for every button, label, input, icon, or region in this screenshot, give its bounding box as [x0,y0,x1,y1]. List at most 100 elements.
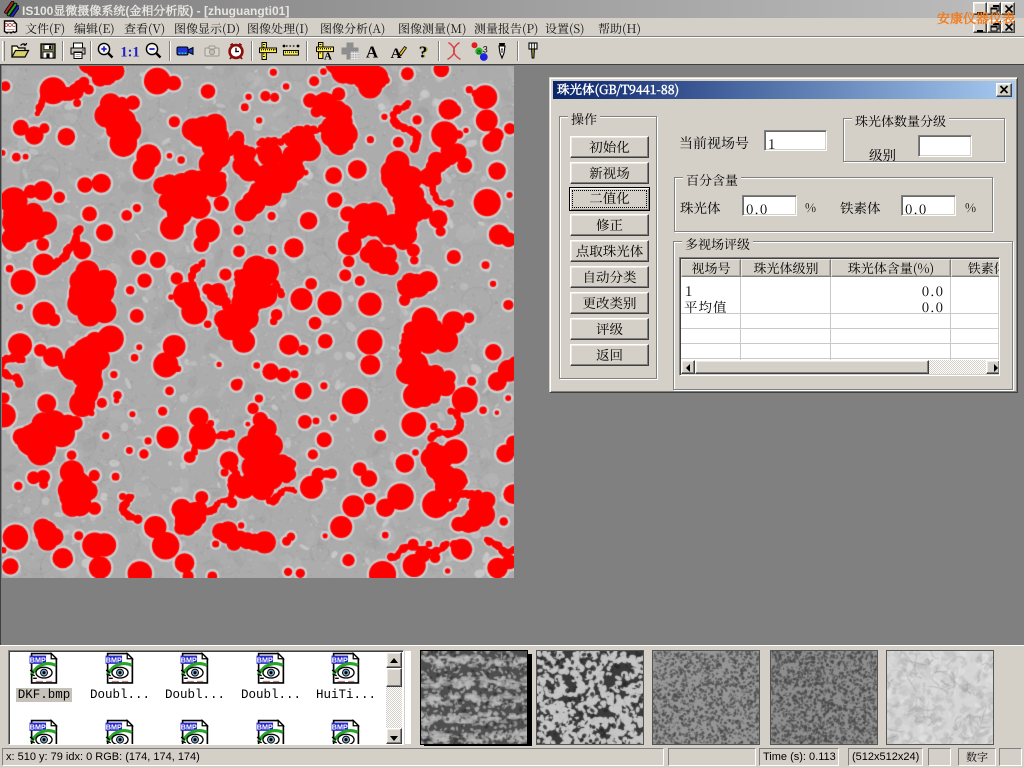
file-list-scrollbar[interactable] [386,652,402,744]
file-list[interactable]: DKF.bmp Doubl... Doubl... Doubl... HuiTi… [8,650,404,745]
thumbnail-2[interactable] [536,650,644,745]
file-name[interactable]: DKF.bmp [16,688,73,702]
text-button[interactable]: A [360,39,384,63]
camera-capture-button[interactable] [200,39,224,63]
file-name[interactable]: Doubl... [163,688,227,702]
file-item[interactable] [308,719,384,745]
toolbar-separator [169,41,171,61]
brush-tool-button[interactable] [521,39,545,63]
thumbnail-5[interactable] [886,650,994,745]
col-header-ferrite[interactable]: 铁素体含量(%) [951,259,1000,277]
file-item[interactable]: Doubl... [157,652,233,703]
menu-edit[interactable]: 编辑(E) [74,20,115,37]
menu-image-measure[interactable]: 图像测量(M) [398,20,466,37]
timer-button[interactable] [224,39,248,63]
new-field-button[interactable]: 新视场 [570,162,649,184]
col-header-level[interactable]: 珠光体级别 [741,259,831,277]
menu-view[interactable]: 查看(V) [124,20,165,37]
pen-tool-button[interactable] [490,39,514,63]
scroll-right-button[interactable] [986,360,1000,374]
current-field-input[interactable]: 1 [764,130,827,151]
bmp-file-icon [103,719,137,745]
pick-pearlite-button[interactable]: 点取珠光体 [570,240,649,262]
file-item[interactable] [157,719,233,745]
scroll-thumb[interactable] [695,360,929,374]
still-camera-icon [202,41,222,61]
thumbnail-3[interactable] [652,650,760,745]
thumbnail-1[interactable] [420,650,528,745]
zoom-out-button[interactable] [142,39,166,63]
file-name[interactable]: HuiTi... [314,688,378,702]
file-item[interactable] [8,719,82,745]
open-button[interactable] [8,39,32,63]
col-header-pearlite[interactable]: 珠光体含量(%) [831,259,951,277]
window-title: IS100显微摄像系统(金相分析版) - [zhuguangti01] [22,2,289,19]
caliper-cross-icon [258,41,278,61]
table-gridline [950,277,951,362]
measure-cross-button[interactable] [256,39,280,63]
dialog-title-bar[interactable]: 珠光体(GB/T9441-88) [553,81,1015,99]
bmp-file-icon [27,652,61,685]
curve-tool-button[interactable] [442,39,466,63]
close-icon [997,84,1011,96]
menu-help[interactable]: 帮助(H) [598,20,641,37]
auto-classify-button[interactable]: 自动分类 [570,266,649,288]
file-item[interactable]: HuiTi... [308,652,384,703]
table-gridline [681,328,999,329]
file-item[interactable] [82,719,158,745]
ruler-length-icon [281,41,301,61]
scroll-track[interactable] [929,360,986,374]
micrograph-image[interactable] [2,66,514,578]
menu-image-analysis[interactable]: 图像分析(A) [320,20,385,37]
col-header-field[interactable]: 视场号 [681,259,741,277]
init-button[interactable]: 初始化 [570,136,649,158]
zoom-in-button[interactable] [94,39,118,63]
grid-tool-button[interactable] [338,39,362,63]
save-button[interactable] [36,39,60,63]
level-input[interactable] [918,135,972,157]
change-class-button[interactable]: 更改类别 [570,292,649,314]
menu-settings[interactable]: 设置(S) [545,20,585,37]
ferrite-input[interactable]: 0.0 [901,195,956,216]
file-item[interactable] [233,719,309,745]
return-button[interactable]: 返回 [570,344,649,366]
status-pixel-info: x: 510 y: 79 idx: 0 RGB: (174, 174, 174) [2,748,664,766]
table-hscrollbar[interactable] [681,360,1000,374]
brush-icon [523,41,543,61]
menu-image-display[interactable]: 图像显示(D) [174,20,240,37]
binarize-button[interactable]: 二值化 [569,187,650,211]
scroll-up-button[interactable] [386,652,402,668]
phase-classify-button[interactable]: a 3 [467,39,491,63]
svg-text:A: A [324,51,332,62]
calibrate-button[interactable]: A [313,39,337,63]
scroll-track[interactable] [386,687,402,728]
video-capture-button[interactable] [173,39,197,63]
table-row-value[interactable]: 0.0 [831,296,944,316]
application-window: IS100显微摄像系统(金相分析版) - [zhuguangti01] DOC … [0,0,1024,768]
file-item[interactable]: Doubl... [82,652,158,703]
actual-size-button[interactable]: 1:1 [118,39,142,63]
rate-button[interactable]: 评级 [570,318,649,340]
help-button[interactable]: ? ? [411,39,435,63]
table-row-field[interactable]: 平均值 [684,296,728,316]
scroll-down-button[interactable] [386,728,402,744]
menu-image-processing[interactable]: 图像处理(I) [247,20,309,37]
thumbnail-4[interactable] [770,650,878,745]
file-name[interactable]: Doubl... [88,688,152,702]
text-edit-button[interactable]: A [386,39,410,63]
file-name[interactable]: Doubl... [239,688,303,702]
title-bar: IS100显微摄像系统(金相分析版) - [zhuguangti01] [0,0,1024,18]
file-item[interactable]: Doubl... [233,652,309,703]
scroll-thumb[interactable] [386,668,402,687]
file-item[interactable]: DKF.bmp [8,652,82,703]
scroll-left-button[interactable] [681,360,695,374]
document-icon[interactable]: DOC [3,20,18,35]
menu-measure-report[interactable]: 测量报告(P) [474,20,538,37]
menu-file[interactable]: 文件(F) [25,20,65,37]
save-floppy-icon [38,41,58,61]
correct-button[interactable]: 修正 [570,214,649,236]
print-button[interactable] [66,39,90,63]
dialog-close-button[interactable] [996,83,1012,97]
pearlite-input[interactable]: 0.0 [742,195,797,216]
measure-length-button[interactable] [279,39,303,63]
